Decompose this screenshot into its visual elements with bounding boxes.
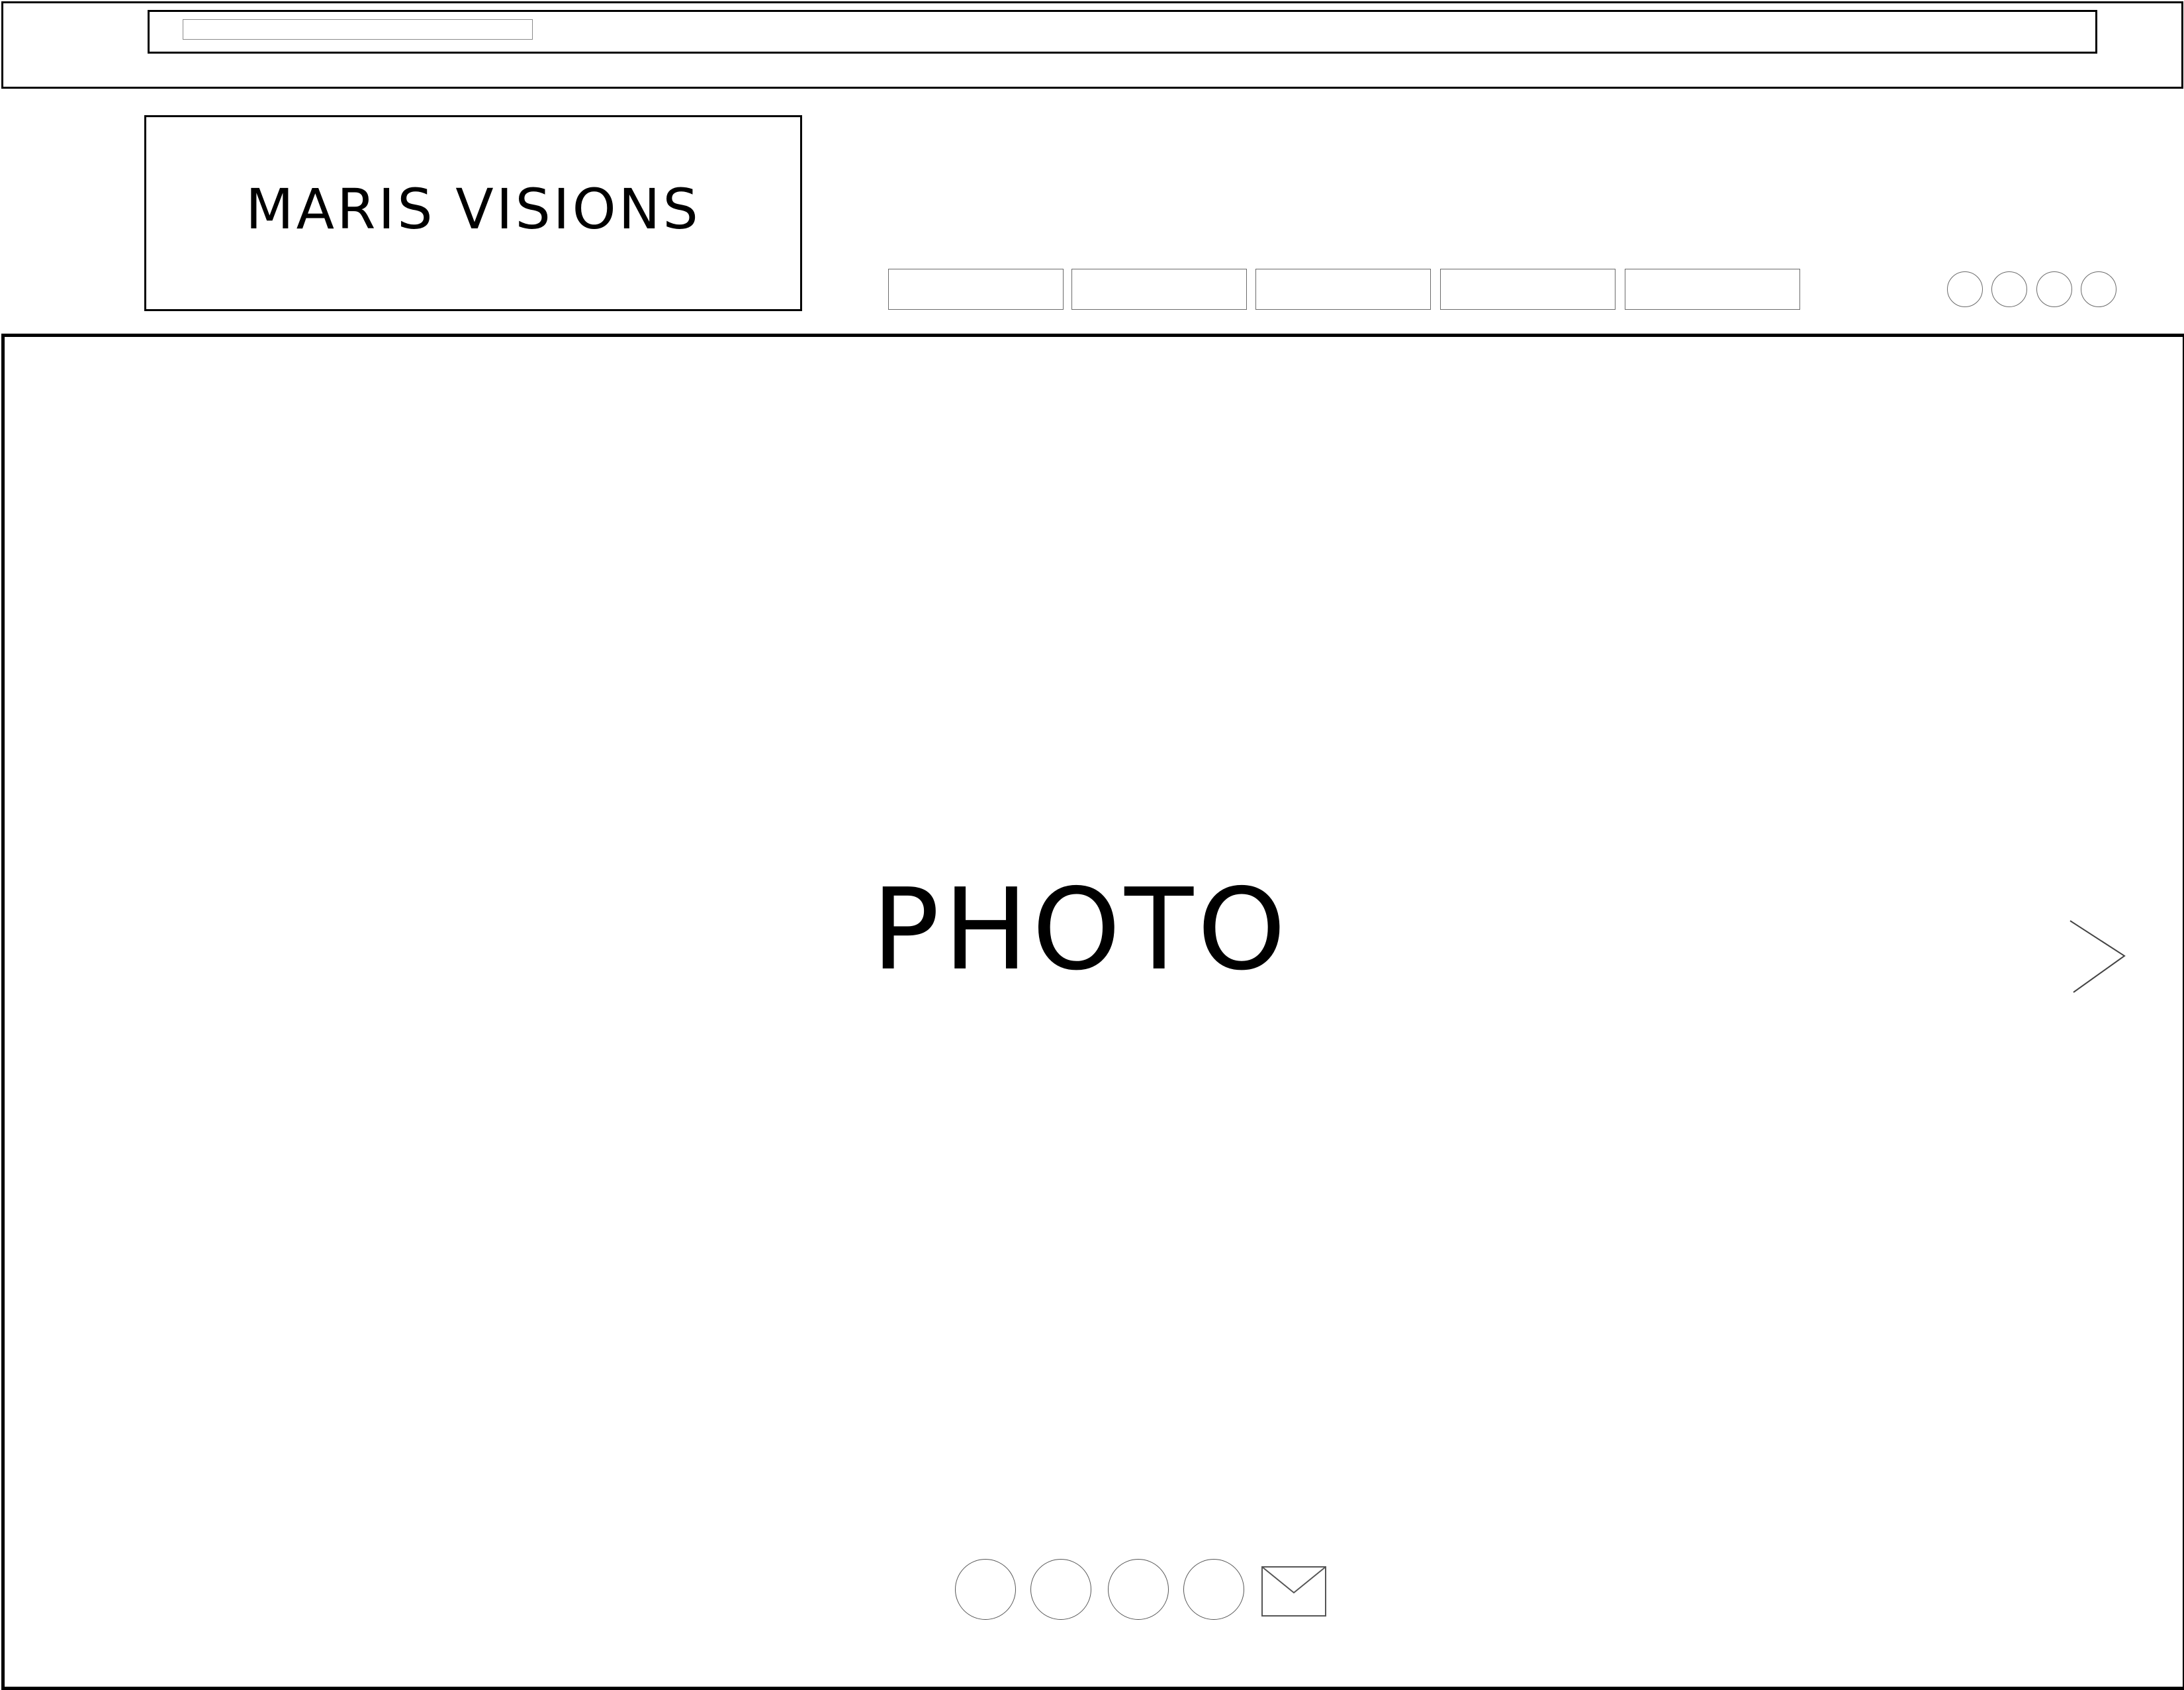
nav-item-1[interactable] <box>888 269 1064 310</box>
social-icon-4[interactable] <box>2081 271 2116 307</box>
address-field[interactable] <box>183 19 533 40</box>
nav-item-5[interactable] <box>1625 269 1800 310</box>
social-icon-1[interactable] <box>1947 271 1983 307</box>
hero-slideshow <box>1 334 2184 1690</box>
footer-social-icon-4[interactable] <box>1183 1559 1244 1620</box>
logo[interactable]: MARIS VISIONS <box>144 115 802 311</box>
nav-item-3[interactable] <box>1255 269 1431 310</box>
footer-social-icon-2[interactable] <box>1030 1559 1091 1620</box>
nav-item-2[interactable] <box>1071 269 1247 310</box>
hero-photo-placeholder: PHOTO <box>872 865 1290 996</box>
chevron-right-icon[interactable] <box>2069 919 2128 994</box>
nav-item-4[interactable] <box>1440 269 1615 310</box>
footer-social-icon-3[interactable] <box>1108 1559 1169 1620</box>
browser-toolbar <box>1 1 2183 89</box>
social-icon-2[interactable] <box>1991 271 2027 307</box>
logo-text: MARIS VISIONS <box>246 177 701 242</box>
footer-social-icon-1[interactable] <box>955 1559 1016 1620</box>
envelope-icon[interactable] <box>1261 1566 1326 1617</box>
social-icon-3[interactable] <box>2036 271 2072 307</box>
